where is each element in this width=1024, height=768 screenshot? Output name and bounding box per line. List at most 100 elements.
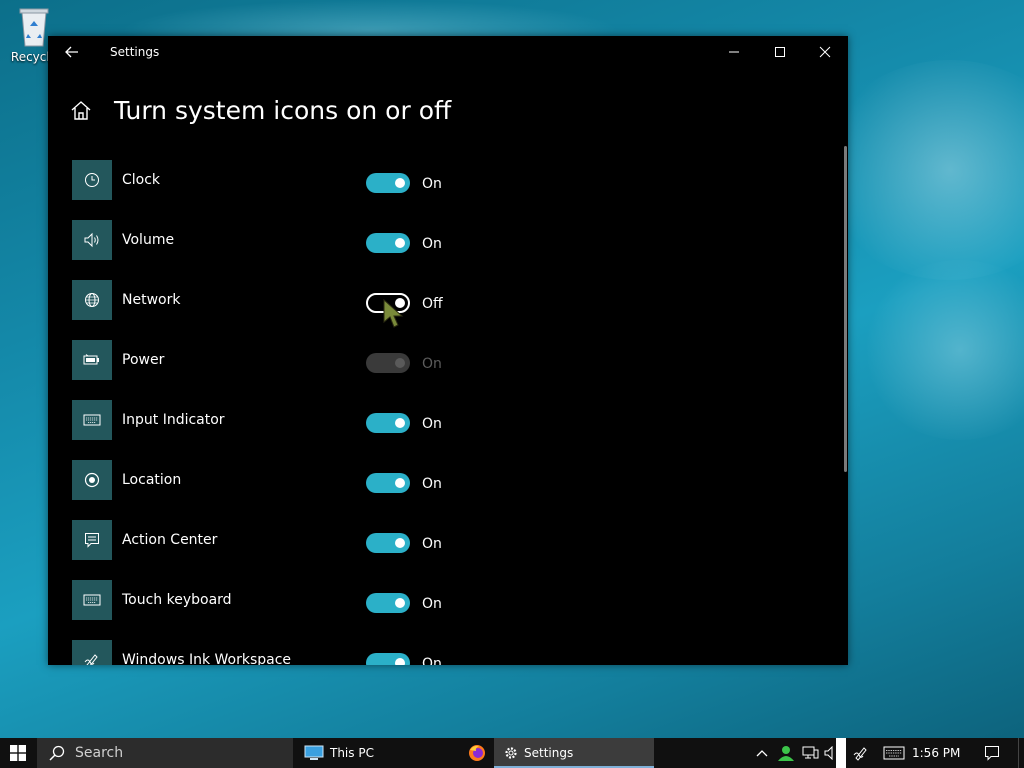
taskbar-clock[interactable]: 1:56 PM — [912, 746, 960, 760]
keyboard-icon — [883, 746, 905, 760]
setting-row-volume: Volume On — [72, 220, 492, 280]
mouse-cursor-icon — [383, 298, 404, 328]
touch-keyboard-tile — [72, 580, 112, 620]
battery-icon — [83, 354, 99, 365]
tray-user-icon[interactable] — [775, 738, 797, 768]
tray-separator — [836, 738, 846, 768]
maximize-button[interactable] — [757, 36, 803, 68]
power-toggle — [366, 353, 410, 373]
this-pc-label: This PC — [330, 746, 374, 760]
setting-label: Windows Ink Workspace — [122, 652, 292, 665]
setting-row-touch-keyboard: Touch keyboard On — [72, 580, 492, 640]
wallpaper-wave — [820, 60, 1024, 280]
toggle-knob — [395, 658, 405, 665]
title-bar: Settings — [48, 36, 848, 68]
network-tile — [72, 280, 112, 320]
input-indicator-tile — [72, 400, 112, 440]
toggle-state: On — [422, 236, 442, 252]
setting-label: Location — [122, 472, 182, 488]
minimize-button[interactable] — [711, 36, 757, 68]
back-button[interactable] — [60, 42, 84, 62]
page-header: Turn system icons on or off — [70, 92, 451, 128]
scrollbar[interactable] — [844, 146, 847, 472]
volume-tile — [72, 220, 112, 260]
action-center-icon — [85, 533, 99, 548]
tray-touch-keyboard-button[interactable] — [880, 738, 908, 768]
toggle-knob — [395, 478, 405, 488]
touch-keyboard-toggle[interactable] — [366, 593, 410, 613]
setting-row-input-indicator: Input Indicator On — [72, 400, 492, 460]
setting-row-clock: Clock On — [72, 160, 492, 220]
location-toggle[interactable] — [366, 473, 410, 493]
search-icon — [49, 745, 65, 761]
toggle-state: On — [422, 596, 442, 612]
setting-row-network: Network Off — [72, 280, 492, 340]
page-title: Turn system icons on or off — [114, 95, 452, 125]
toggle-knob — [395, 418, 405, 428]
search-placeholder: Search — [75, 745, 124, 761]
clock-toggle[interactable] — [366, 173, 410, 193]
setting-label: Clock — [122, 172, 161, 188]
toggle-knob — [395, 598, 405, 608]
close-icon — [819, 46, 831, 58]
chevron-up-icon — [756, 750, 768, 757]
setting-label: Input Indicator — [122, 412, 225, 428]
toggle-state: On — [422, 356, 442, 372]
wallpaper-wave — [860, 260, 1024, 440]
toggle-state: Off — [422, 296, 443, 312]
input-indicator-toggle[interactable] — [366, 413, 410, 433]
close-button[interactable] — [802, 36, 848, 68]
toggle-knob — [395, 538, 405, 548]
toggle-state: On — [422, 176, 442, 192]
back-arrow-icon — [65, 46, 78, 58]
action-center-toggle[interactable] — [366, 533, 410, 553]
tray-network-button[interactable] — [799, 738, 821, 768]
clock-icon — [85, 173, 99, 187]
tray-overflow-button[interactable] — [752, 738, 772, 768]
action-center-button[interactable] — [980, 738, 1004, 768]
volume-icon — [84, 232, 99, 248]
action-center-tile — [72, 520, 112, 560]
keyboard-icon — [83, 414, 101, 426]
location-icon — [84, 472, 100, 488]
setting-row-power: Power On — [72, 340, 492, 400]
taskbar-item-settings[interactable]: Settings — [494, 738, 654, 768]
start-button[interactable] — [0, 738, 36, 768]
tray-windows-ink-button[interactable] — [850, 738, 872, 768]
notification-icon — [985, 746, 999, 761]
people-icon — [778, 746, 794, 761]
touch-keyboard-icon — [83, 594, 101, 606]
computer-icon — [304, 745, 324, 760]
taskbar-search-box[interactable]: Search — [37, 738, 293, 768]
taskbar: Search This PC Settings 1:56 PM — [0, 738, 1024, 768]
setting-label: Action Center — [122, 532, 218, 548]
settings-taskbar-label: Settings — [524, 746, 574, 760]
clock-tile — [72, 160, 112, 200]
toggle-state: On — [422, 656, 442, 665]
maximize-icon — [775, 47, 785, 57]
show-desktop-button[interactable] — [1018, 738, 1024, 768]
system-icons-list: Clock On Volume On Network Off Power On … — [72, 160, 492, 665]
setting-label: Power — [122, 352, 165, 368]
minimize-icon — [729, 51, 739, 53]
gear-icon — [505, 747, 517, 759]
volume-toggle[interactable] — [366, 233, 410, 253]
taskbar-item-this-pc[interactable]: This PC — [298, 738, 462, 768]
toggle-state: On — [422, 536, 442, 552]
windows-logo-icon — [10, 745, 26, 761]
window-title: Settings — [110, 45, 160, 59]
firefox-icon — [469, 745, 485, 761]
globe-icon — [85, 293, 99, 307]
toggle-knob — [395, 358, 405, 368]
toggle-knob — [395, 178, 405, 188]
home-icon[interactable] — [70, 99, 92, 121]
taskbar-item-firefox[interactable] — [462, 738, 492, 768]
network-icon — [802, 746, 819, 759]
setting-label: Volume — [122, 232, 175, 248]
windows-ink-tile — [72, 640, 112, 665]
toggle-knob — [395, 238, 405, 248]
setting-row-location: Location On — [72, 460, 492, 520]
setting-row-action-center: Action Center On — [72, 520, 492, 580]
pen-icon — [84, 654, 98, 665]
windows-ink-toggle[interactable] — [366, 653, 410, 665]
